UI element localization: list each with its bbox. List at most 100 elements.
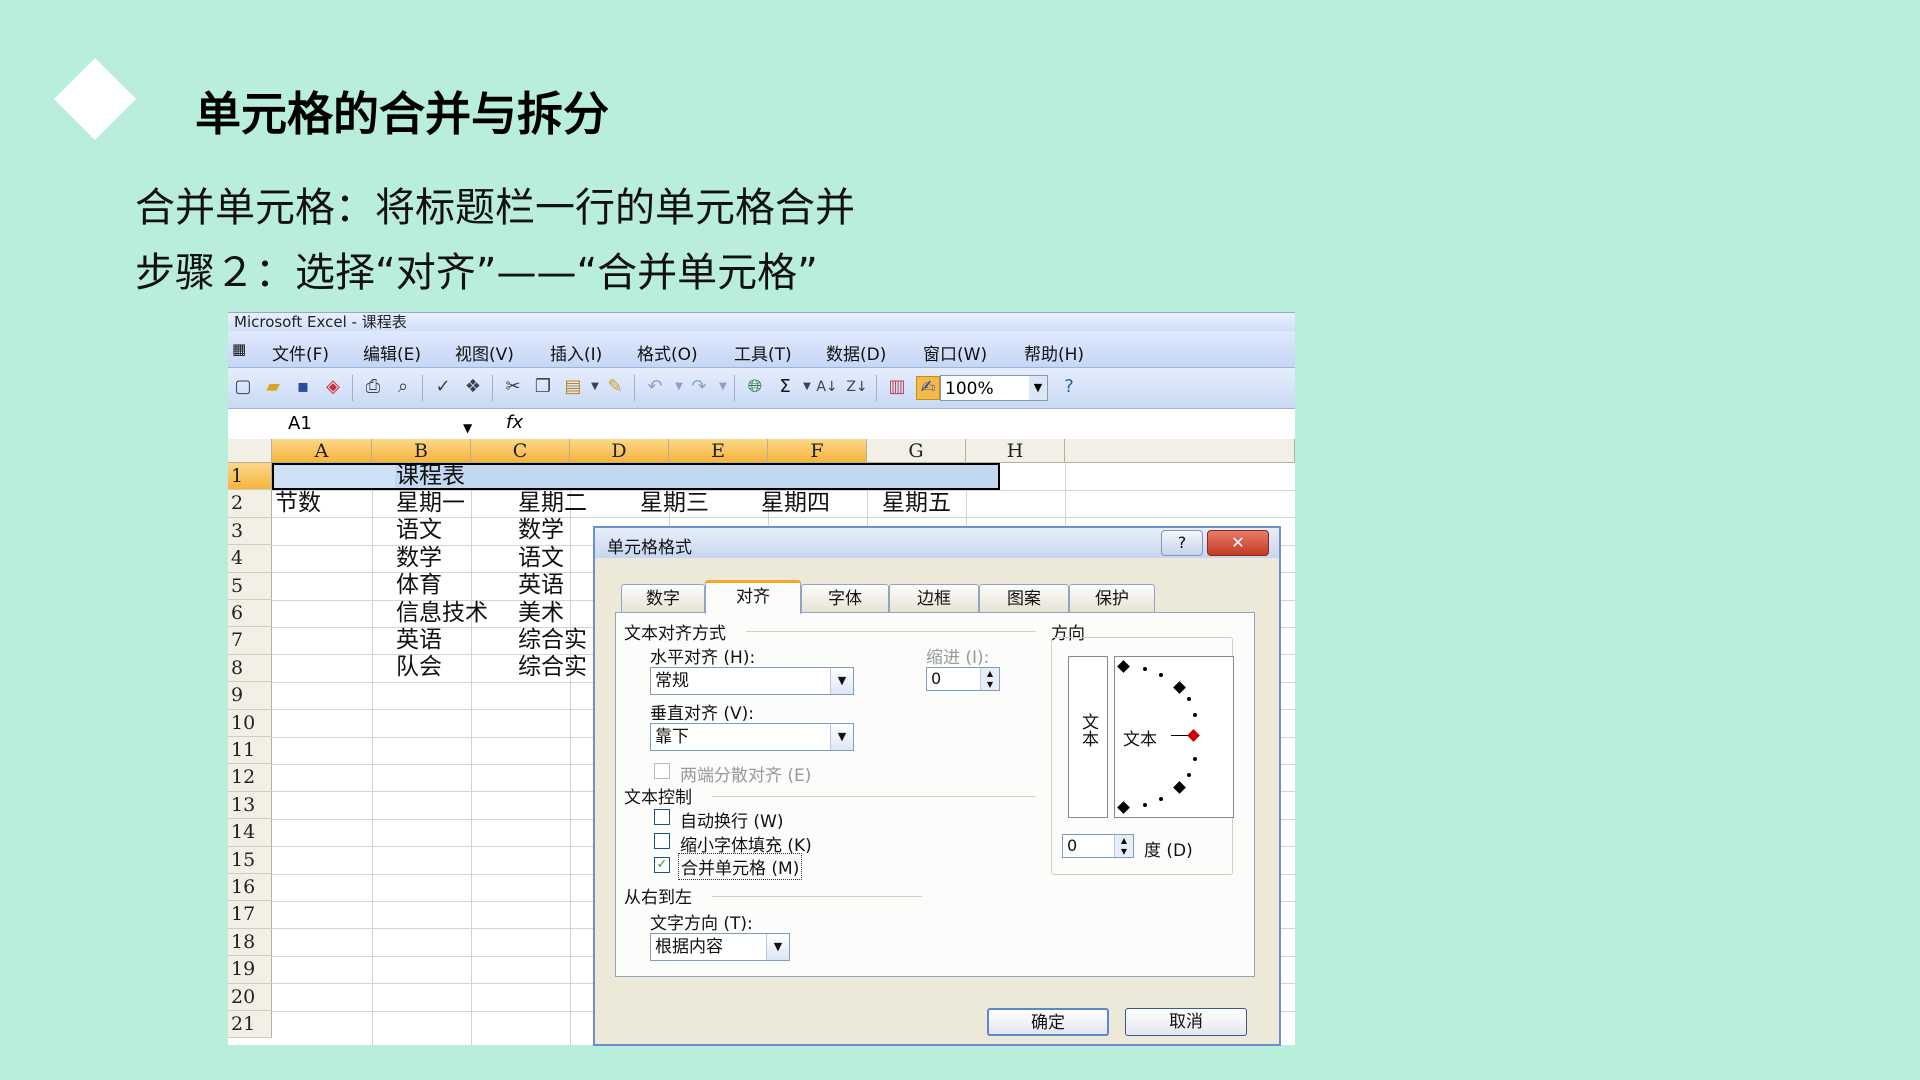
cell-c4[interactable]: 语文 xyxy=(518,545,564,572)
row-header[interactable]: 6 xyxy=(228,600,272,628)
row-header[interactable]: 1 xyxy=(228,463,272,491)
cancel-button[interactable]: 取消 xyxy=(1125,1008,1247,1036)
copy-icon[interactable]: ❐ xyxy=(532,376,554,398)
column-header-b[interactable]: B xyxy=(372,439,471,463)
menu-format[interactable]: 格式(O) xyxy=(637,340,698,365)
cell-c6[interactable]: 美术 xyxy=(518,600,564,627)
autosum-dropdown-icon[interactable]: ▼ xyxy=(796,376,818,398)
paste-icon[interactable]: ▤ xyxy=(562,376,584,398)
print-icon[interactable]: ⎙ xyxy=(362,376,384,398)
orientation-dial[interactable]: 文本 xyxy=(1114,656,1234,818)
row-header[interactable]: 5 xyxy=(228,572,272,600)
row-header[interactable]: 21 xyxy=(228,1011,272,1039)
menu-help[interactable]: 帮助(H) xyxy=(1024,340,1084,365)
chevron-down-icon[interactable]: ▼ xyxy=(830,668,853,694)
menu-tools[interactable]: 工具(T) xyxy=(734,340,792,365)
spinner-arrows-icon[interactable]: ▲ ▼ xyxy=(1114,835,1133,857)
cell-c8[interactable]: 综合实 xyxy=(518,654,587,681)
chevron-down-icon[interactable]: ▼ xyxy=(403,415,571,441)
row-header[interactable]: 16 xyxy=(228,874,272,902)
menu-file[interactable]: 文件(F) xyxy=(272,340,329,365)
ok-button[interactable]: 确定 xyxy=(987,1008,1109,1036)
open-folder-icon[interactable]: ▰ xyxy=(262,376,284,398)
merge-cells-checkbox[interactable]: ✓ xyxy=(654,857,670,873)
row-header[interactable]: 13 xyxy=(228,791,272,820)
cell-b7[interactable]: 英语 xyxy=(396,627,442,654)
zoom-combo[interactable]: 100% ▼ xyxy=(940,375,1048,401)
cell-b4[interactable]: 数学 xyxy=(396,545,442,572)
cell-b1[interactable]: 课程表 xyxy=(396,463,465,490)
column-header-d[interactable]: D xyxy=(570,439,669,463)
menu-view[interactable]: 视图(V) xyxy=(455,340,514,365)
chart-wizard-icon[interactable]: ▥ xyxy=(886,376,908,398)
cut-icon[interactable]: ✂ xyxy=(502,376,524,398)
dialog-close-button[interactable]: ✕ xyxy=(1207,530,1269,556)
degree-spinner[interactable]: 0 ▲ ▼ xyxy=(1062,834,1134,858)
row-header[interactable]: 9 xyxy=(228,682,272,710)
selected-range-a1-f1[interactable] xyxy=(272,463,1000,490)
vertical-align-select[interactable]: 靠下 ▼ xyxy=(650,723,854,751)
hyperlink-icon[interactable]: 🌐︎ xyxy=(744,376,766,398)
row-header[interactable]: 15 xyxy=(228,846,272,874)
permission-icon[interactable]: ◈ xyxy=(322,376,344,398)
column-header-f[interactable]: F xyxy=(768,439,867,463)
row-header[interactable]: 20 xyxy=(228,983,272,1011)
row-header[interactable]: 4 xyxy=(228,545,272,573)
undo-dropdown-icon[interactable]: ▼ xyxy=(668,376,690,398)
dialog-titlebar[interactable]: 单元格格式 ? ✕ xyxy=(595,528,1279,558)
tab-border[interactable]: 边框 xyxy=(889,584,979,612)
tab-font[interactable]: 字体 xyxy=(801,584,889,612)
shrink-to-fit-checkbox[interactable] xyxy=(654,833,670,849)
row-header[interactable]: 19 xyxy=(228,956,272,984)
indent-spinner[interactable]: 0 ▲ ▼ xyxy=(926,667,1000,691)
vertical-text-toggle[interactable]: 文本 xyxy=(1068,656,1108,818)
wrap-text-checkbox[interactable] xyxy=(654,809,670,825)
column-header-a[interactable]: A xyxy=(272,439,372,463)
cell-c7[interactable]: 综合实 xyxy=(518,627,587,654)
name-box[interactable]: A1 xyxy=(228,411,396,437)
row-header[interactable]: 18 xyxy=(228,928,272,957)
redo-icon[interactable]: ↷ xyxy=(688,376,710,398)
drawing-icon[interactable]: ✍ xyxy=(916,376,940,400)
cell-b2[interactable]: 星期一 xyxy=(396,490,465,517)
menu-window[interactable]: 窗口(W) xyxy=(923,340,987,365)
row-header[interactable]: 12 xyxy=(228,764,272,792)
column-header-e[interactable]: E xyxy=(669,439,768,463)
tab-protection[interactable]: 保护 xyxy=(1069,584,1155,612)
cell-c3[interactable]: 数学 xyxy=(518,517,564,544)
sort-ascending-icon[interactable]: A↓ xyxy=(816,376,838,398)
menu-edit[interactable]: 编辑(E) xyxy=(363,340,421,365)
cell-c5[interactable]: 英语 xyxy=(518,572,564,599)
horizontal-align-select[interactable]: 常规 ▼ xyxy=(650,667,854,695)
save-icon[interactable]: ▪ xyxy=(292,376,314,398)
row-header[interactable]: 17 xyxy=(228,901,272,929)
dialog-help-button[interactable]: ? xyxy=(1161,530,1203,556)
new-file-icon[interactable]: ▢ xyxy=(232,376,254,398)
cell-a2[interactable]: 节数 xyxy=(275,490,321,517)
menu-data[interactable]: 数据(D) xyxy=(826,340,886,365)
row-header[interactable]: 10 xyxy=(228,709,272,737)
redo-dropdown-icon[interactable]: ▼ xyxy=(712,376,734,398)
column-header-c[interactable]: C xyxy=(471,439,570,463)
row-header[interactable]: 11 xyxy=(228,737,272,765)
undo-icon[interactable]: ↶ xyxy=(644,376,666,398)
cell-e2[interactable]: 星期四 xyxy=(761,490,830,517)
function-icon[interactable]: fx xyxy=(506,412,523,433)
cell-b6[interactable]: 信息技术 xyxy=(396,600,488,627)
help-icon[interactable]: ? xyxy=(1058,376,1080,398)
chevron-down-icon[interactable]: ▼ xyxy=(1029,376,1047,400)
tab-alignment[interactable]: 对齐 xyxy=(705,580,801,614)
row-header[interactable]: 2 xyxy=(228,490,272,518)
print-preview-icon[interactable]: ⌕ xyxy=(392,376,414,398)
cell-b3[interactable]: 语文 xyxy=(396,517,442,544)
row-header[interactable]: 7 xyxy=(228,627,272,655)
chevron-down-icon[interactable]: ▼ xyxy=(766,934,789,960)
format-painter-icon[interactable]: ✎ xyxy=(604,376,626,398)
spinner-arrows-icon[interactable]: ▲ ▼ xyxy=(980,668,999,690)
row-header[interactable]: 8 xyxy=(228,654,272,683)
dial-handle-icon[interactable] xyxy=(1187,729,1200,742)
autosum-icon[interactable]: Σ xyxy=(774,376,796,398)
cell-b8[interactable]: 队会 xyxy=(396,654,442,681)
row-header[interactable]: 14 xyxy=(228,819,272,847)
row-header[interactable]: 3 xyxy=(228,517,272,546)
